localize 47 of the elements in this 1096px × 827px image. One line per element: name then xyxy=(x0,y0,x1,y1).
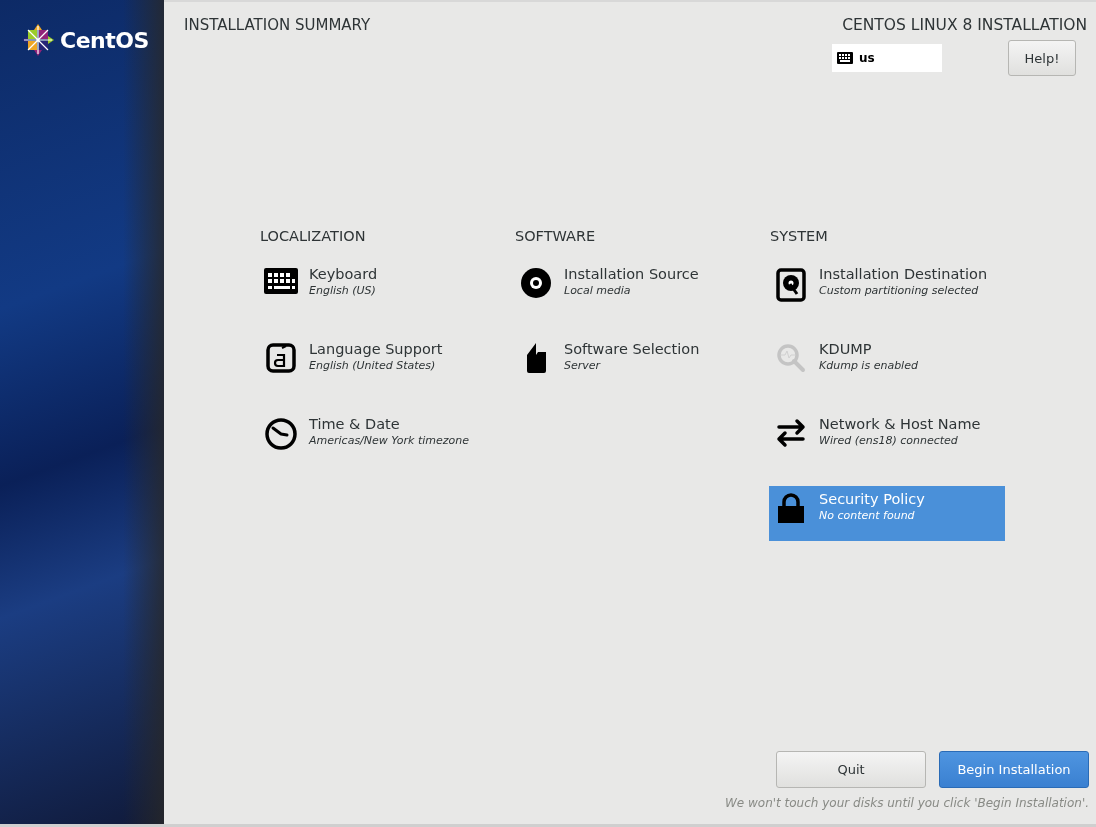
settings-spoke[interactable]: Installation Source Local media xyxy=(515,261,751,316)
settings-spoke[interactable]: Network & Host Name Wired (ens18) connected xyxy=(770,411,1006,466)
disk-warning-note: We won't touch your disks until you click 'Begin Installation'. xyxy=(724,796,1089,810)
accented-letter-icon xyxy=(266,343,296,373)
spoke-title: Software Selection xyxy=(564,341,700,357)
spoke-title: Network & Host Name xyxy=(819,416,981,432)
keyboard-icon xyxy=(264,268,298,294)
spoke-status: Local media xyxy=(564,284,632,297)
settings-spoke[interactable]: Installation Destination Custom partitioning selected xyxy=(770,261,1006,316)
category-heading: SOFTWARE xyxy=(515,228,597,244)
spoke-status: No content found xyxy=(819,509,916,522)
spoke-status: Wired (ens18) connected xyxy=(819,434,959,447)
category-heading: SYSTEM xyxy=(770,228,829,244)
disc-icon xyxy=(521,268,551,298)
help-button[interactable]: Help! xyxy=(1008,40,1076,76)
spoke-title: KDUMP xyxy=(819,341,873,357)
settings-spoke[interactable]: KDUMP Kdump is enabled xyxy=(770,336,1006,391)
spoke-status: Americas/New York timezone xyxy=(309,434,470,447)
product-title: CENTOS LINUX 8 INSTALLATION xyxy=(842,16,1087,34)
page-title: INSTALLATION SUMMARY xyxy=(184,16,371,36)
settings-spoke[interactable]: Language Support English (United States) xyxy=(260,336,496,391)
spoke-title: Installation Source xyxy=(564,266,699,282)
spoke-title: Time & Date xyxy=(309,416,401,432)
keyboard-layout-field[interactable]: us xyxy=(832,44,942,72)
settings-spoke[interactable]: Software Selection Server xyxy=(515,336,751,391)
spoke-status: Custom partitioning selected xyxy=(819,284,980,297)
quit-button[interactable]: Quit xyxy=(776,751,926,788)
logo-text: CentOS xyxy=(60,27,149,53)
spoke-status: Kdump is enabled xyxy=(819,359,918,372)
two-way-arrows-icon xyxy=(775,418,807,448)
spoke-title: Keyboard xyxy=(309,266,378,282)
spoke-status: English (US) xyxy=(309,284,377,297)
spoke-status: Server xyxy=(564,359,602,372)
settings-spoke[interactable]: Keyboard English (US) xyxy=(260,261,496,316)
settings-spoke[interactable]: Time & Date Americas/New York timezone xyxy=(260,411,496,466)
clock-icon xyxy=(265,418,297,450)
padlock-icon xyxy=(777,493,805,523)
begin-button[interactable]: Begin Installation xyxy=(939,751,1089,788)
package-icon xyxy=(524,343,548,373)
keyboard-icon xyxy=(837,52,853,64)
spoke-status: English (United States) xyxy=(309,359,437,372)
flower-logo-icon xyxy=(22,24,54,56)
spoke-title: Installation Destination xyxy=(819,266,988,282)
spoke-title: Security Policy xyxy=(819,491,925,507)
category-heading: LOCALIZATION xyxy=(260,228,367,244)
magnifier-icon xyxy=(776,343,806,373)
spoke-title: Language Support xyxy=(309,341,443,357)
